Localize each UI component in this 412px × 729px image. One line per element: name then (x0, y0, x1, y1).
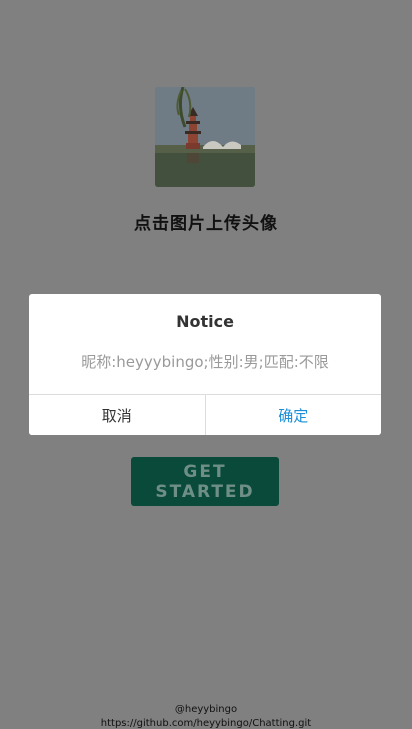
get-started-button[interactable]: GET STARTED (131, 457, 279, 506)
avatar-image[interactable] (155, 87, 255, 187)
cancel-button[interactable]: 取消 (29, 395, 206, 435)
dialog-message: 昵称:heyyybingo;性别:男;匹配:不限 (81, 353, 329, 371)
footer-repo-link[interactable]: https://github.com/heyybingo/Chatting.gi… (0, 718, 412, 729)
dialog-title: Notice (176, 312, 234, 331)
pagoda-image-icon (155, 87, 255, 187)
upload-avatar-hint[interactable]: 点击图片上传头像 (0, 209, 412, 234)
footer-author: @heyybingo (174, 704, 238, 715)
confirm-button[interactable]: 确定 (205, 395, 381, 435)
notice-dialog: Notice 昵称:heyyybingo;性别:男;匹配:不限 取消 确定 (29, 294, 381, 435)
page: 点击图片上传头像 GET STARTED @heyybingo https://… (0, 0, 412, 729)
dialog-actions: 取消 确定 (29, 394, 381, 435)
